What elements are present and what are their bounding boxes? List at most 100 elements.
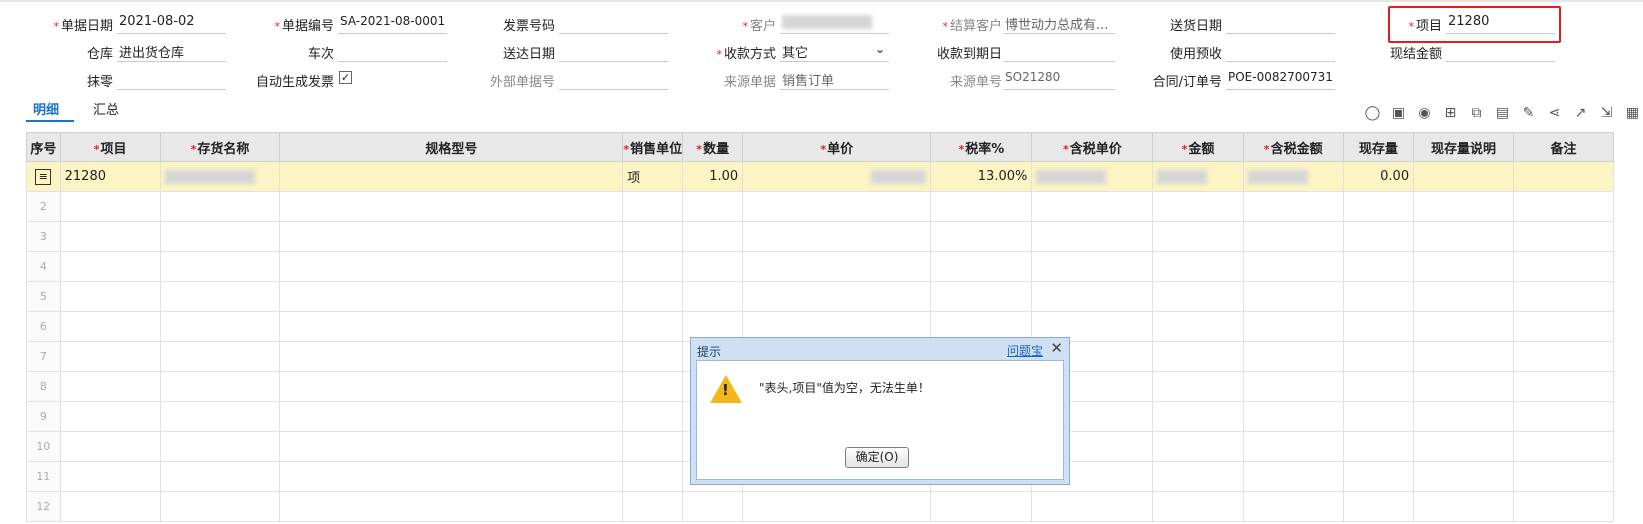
cell-stock-note[interactable] [1413,161,1514,192]
bulb-icon[interactable]: ◯ [1364,105,1381,122]
col-stock-note[interactable]: 现存量说明 [1413,132,1514,162]
grid-cell[interactable] [682,281,744,312]
grid-cell[interactable] [1031,251,1154,282]
cell-qty[interactable]: 1.00 [682,161,744,192]
edit-icon[interactable]: ✎ [1520,105,1537,122]
grid-cell[interactable] [279,491,624,522]
grid-cell[interactable] [1342,491,1415,522]
grid-cell[interactable] [1413,341,1514,372]
grid-cell[interactable] [622,401,684,432]
grid-cell[interactable] [1513,461,1614,492]
tab-detail[interactable]: 明细 [33,99,59,118]
grid-cell[interactable] [1152,371,1244,402]
cell-spec[interactable] [279,161,624,192]
col-taxed-amount[interactable]: *含税金额 [1242,132,1344,162]
rounding-input[interactable] [117,68,226,90]
grid-cell[interactable] [682,491,744,522]
grid-cell[interactable] [59,281,161,312]
grid-cell[interactable] [1031,281,1154,312]
grid-cell[interactable] [279,191,624,222]
grid-cell[interactable] [1342,281,1415,312]
doc-date-input[interactable]: 2021-08-02 [117,12,226,34]
source-no-input[interactable]: SO21280 [1003,68,1115,90]
grid-cell[interactable] [159,401,281,432]
grid-cell[interactable] [742,281,932,312]
table-row[interactable]: ≡ 21280 项 1.00 13.00% 0.00 [26,161,1614,192]
col-qty[interactable]: *数量 [682,132,744,162]
grid-cell[interactable] [1413,431,1514,462]
grid-cell[interactable] [159,491,281,522]
table-icon[interactable]: ▦ [1624,105,1641,122]
grid-cell[interactable] [59,191,161,222]
grid-cell[interactable] [1513,431,1614,462]
grid-cell[interactable] [59,491,161,522]
source-doc-input[interactable]: 销售订单 [780,68,889,90]
grid-cell[interactable] [1413,461,1514,492]
customer-field[interactable]: * 客户 [689,12,889,34]
contract-input[interactable]: POE-0082700731 [1226,68,1335,90]
grid-cell[interactable] [279,401,624,432]
grid-cell[interactable] [1413,281,1514,312]
chevron-down-icon[interactable]: ⌄ [875,42,885,56]
col-tax-rate[interactable]: *税率% [930,132,1033,162]
grid-cell[interactable] [279,431,624,462]
grid-cell[interactable] [279,221,624,252]
grid-cell[interactable] [1242,311,1344,342]
grid-cell[interactable] [1342,311,1415,342]
col-unit[interactable]: *销售单位 [622,132,684,162]
use-advance-input[interactable] [1226,40,1335,62]
auto-invoice-checkbox[interactable]: ✓ [339,71,352,84]
grid-cell[interactable] [622,311,684,342]
grid-cell[interactable] [930,281,1033,312]
scan-icon[interactable]: ▣ [1390,105,1407,122]
grid-cell[interactable] [279,281,624,312]
grid-cell[interactable] [159,281,281,312]
grid-cell[interactable] [742,251,932,282]
payment-due-field[interactable]: 收款到期日 [910,40,1115,62]
grid-cell[interactable] [59,251,161,282]
grid-cell[interactable] [1242,371,1344,402]
warehouse-input[interactable]: 进出货仓库 [117,40,226,62]
grid-cell[interactable] [930,491,1033,522]
grid-cell[interactable] [159,461,281,492]
doc-no-field[interactable]: * 单据编号 SA-2021-08-0001 [247,12,447,34]
grid-cell[interactable] [1413,401,1514,432]
cell-taxed-price[interactable] [1031,161,1154,192]
col-stock[interactable]: 现存量 [1342,132,1415,162]
table-row[interactable]: 4 [26,251,1614,282]
grid-cell[interactable] [1342,341,1415,372]
col-remark[interactable]: 备注 [1513,132,1614,162]
grid-cell[interactable] [59,371,161,402]
grid-cell[interactable] [1342,401,1415,432]
grid-cell[interactable] [622,341,684,372]
doc-no-input[interactable]: SA-2021-08-0001 [338,12,447,34]
grid-cell[interactable] [1242,221,1344,252]
external-doc-input[interactable] [559,68,668,90]
table-row[interactable]: 2 [26,191,1614,222]
table-row[interactable]: 3 [26,221,1614,252]
contract-field[interactable]: 合同/订单号 POE-0082700731 [1135,68,1335,90]
cell-unit[interactable]: 项 [622,161,684,192]
grid-cell[interactable] [1031,191,1154,222]
col-spec[interactable]: 规格型号 [279,132,624,162]
grid-cell[interactable] [279,371,624,402]
cell-remark[interactable] [1513,161,1614,192]
grid-cell[interactable] [59,221,161,252]
dialog-help-link[interactable]: 问题宝 [1007,342,1043,359]
export-icon[interactable]: ⇲ [1598,105,1615,122]
grid-cell[interactable] [159,191,281,222]
grid-cell[interactable] [1513,221,1614,252]
trip-input[interactable] [338,40,447,62]
grid-cell[interactable] [1513,341,1614,372]
grid-cell[interactable] [1152,191,1244,222]
grid-cell[interactable] [1152,401,1244,432]
external-doc-field[interactable]: 外部单据号 [468,68,668,90]
trip-field[interactable]: 车次 [247,40,447,62]
grid-cell[interactable] [1242,461,1344,492]
grid-cell[interactable] [1513,191,1614,222]
grid-cell[interactable] [682,221,744,252]
arrival-date-input[interactable] [559,40,668,62]
grid-cell[interactable] [1152,251,1244,282]
grid-cell[interactable] [930,251,1033,282]
grid-cell[interactable] [279,251,624,282]
